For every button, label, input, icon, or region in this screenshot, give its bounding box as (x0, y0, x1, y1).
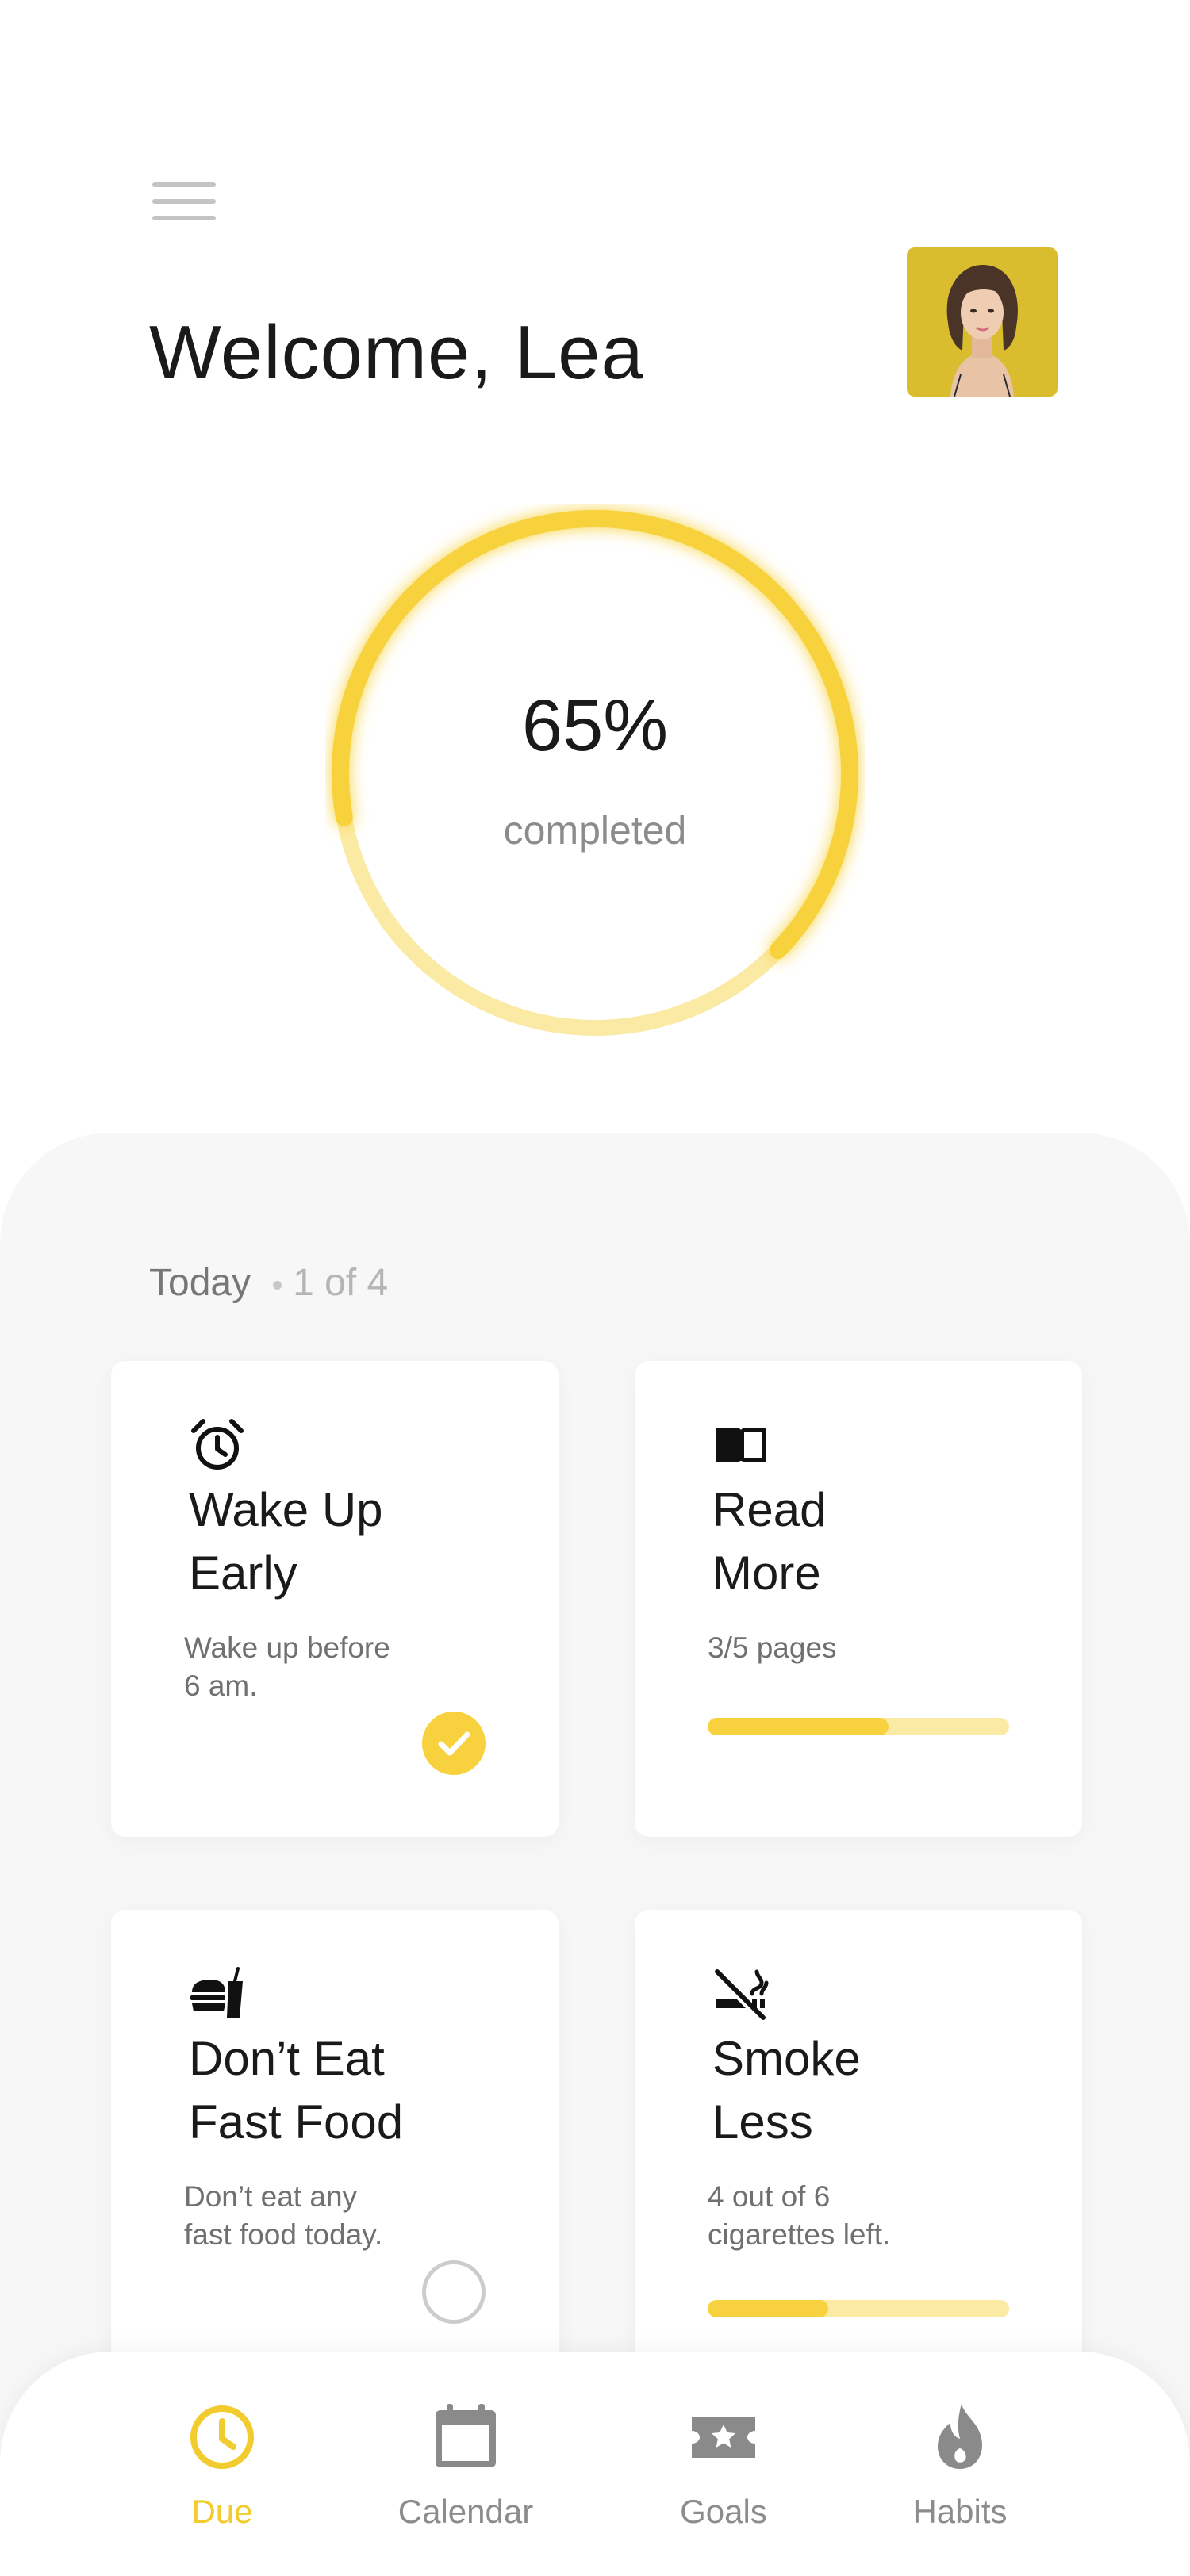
nav-label-calendar: Calendar (397, 2493, 534, 2530)
complete-radio-button[interactable] (422, 2260, 486, 2324)
habit-card-smoke-less[interactable]: Smoke Less 4 out of 6 cigarettes left. (635, 1910, 1082, 2402)
habit-description: 4 out of 6 cigarettes left. (708, 2180, 891, 2251)
completion-percent: 65% (521, 685, 669, 766)
nav-label-goals: Goals (680, 2493, 767, 2530)
progress-ring-arc (332, 510, 858, 1037)
habit-title: Read More (712, 1483, 827, 1600)
avatar-portrait-icon (907, 247, 1058, 397)
nav-item-habits[interactable]: Habits (857, 2399, 1063, 2531)
flame-icon (938, 2404, 982, 2469)
nav-item-calendar[interactable]: Calendar (363, 2399, 569, 2531)
nav-label-habits: Habits (912, 2493, 1008, 2530)
habit-progress-bar (708, 2300, 1009, 2317)
bottom-navigation: Due Calendar Goals Habits (0, 2352, 1190, 2576)
today-section-header: Today 1 of 4 (149, 1261, 388, 1305)
today-count: 1 of 4 (293, 1262, 389, 1304)
no-smoking-icon (712, 1965, 770, 2022)
completion-label: completed (503, 808, 687, 853)
hamburger-menu-icon[interactable] (152, 182, 216, 222)
clock-icon (190, 2405, 254, 2469)
user-name: Lea (514, 310, 644, 395)
calendar-icon (436, 2404, 496, 2467)
checkmark-icon (438, 1731, 470, 1756)
habit-progress-fill (708, 2300, 828, 2317)
habit-description: 3/5 pages (708, 1631, 837, 1664)
alarm-clock-icon (189, 1416, 246, 1474)
greeting-text: Welcome, (149, 310, 493, 395)
welcome-heading: Welcome, Lea (149, 309, 644, 397)
ticket-star-icon (692, 2417, 755, 2458)
nav-label-due: Due (191, 2493, 253, 2530)
habit-card-wake-up-early[interactable]: Wake Up Early Wake up before 6 am. (111, 1361, 559, 1837)
completed-check-button[interactable] (422, 1712, 486, 1775)
nav-item-due[interactable]: Due (119, 2399, 325, 2531)
habit-title: Wake Up Early (189, 1483, 383, 1600)
habit-card-no-fast-food[interactable]: Don’t Eat Fast Food Don’t eat any fast f… (111, 1910, 559, 2402)
avatar[interactable] (907, 247, 1058, 397)
completion-progress-ring: 65% completed (325, 504, 865, 1043)
separator-dot (273, 1280, 282, 1290)
habit-description: Don’t eat any fast food today. (184, 2180, 383, 2251)
fast-food-icon (189, 1965, 246, 2022)
app-screen: Welcome, Lea 65% completed Today 1 of 4 … (0, 0, 1190, 2576)
habit-title: Don’t Eat Fast Food (189, 2032, 404, 2149)
nav-item-goals[interactable]: Goals (620, 2399, 827, 2531)
habit-description: Wake up before 6 am. (184, 1631, 390, 1702)
progress-ring-graphic (332, 510, 858, 1037)
book-icon (712, 1416, 770, 1474)
habit-progress-fill (708, 1718, 889, 1735)
habit-card-read-more[interactable]: Read More 3/5 pages (635, 1361, 1082, 1837)
habit-title: Smoke Less (712, 2032, 861, 2149)
habit-progress-bar (708, 1718, 1009, 1735)
today-label: Today (149, 1262, 251, 1304)
